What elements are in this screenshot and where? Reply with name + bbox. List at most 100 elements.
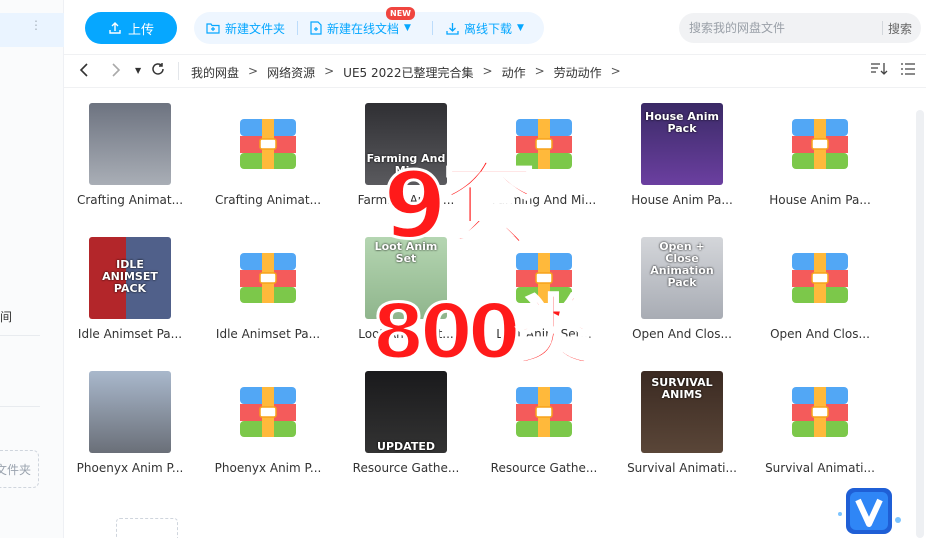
file-name-label: House Anim Pa... (769, 193, 871, 207)
file-name-label: Idle Animset Pa... (215, 327, 321, 341)
breadcrumb-separator: > (534, 64, 545, 78)
archive-file-icon (779, 103, 861, 185)
image-thumbnail: UPDATED (365, 371, 447, 453)
image-file-item[interactable]: Phoenyx Anim P... (64, 356, 200, 486)
sidebar-new-folder[interactable]: 文件夹 (0, 450, 39, 488)
sidebar: ⋮ 间 文件夹 (0, 0, 64, 538)
image-file-item[interactable]: Open + Close Animation Pack Open And Clos… (616, 222, 752, 352)
new-folder-label: 新建文件夹 (225, 21, 286, 36)
file-name-label: House Anim Pa... (631, 193, 733, 207)
file-name-label: Resource Gathe... (352, 461, 460, 475)
archive-file-icon (503, 371, 585, 453)
download-icon (446, 22, 459, 35)
sidebar-divider (0, 406, 40, 407)
upload-button[interactable]: 上传 (85, 12, 177, 44)
search-box: 搜索 (679, 13, 921, 43)
archive-file-item[interactable]: Open And Clos... (754, 222, 890, 352)
new-folder-button[interactable]: 新建文件夹 (206, 12, 285, 44)
offline-download-button[interactable]: 离线下载 ▼ (446, 12, 524, 44)
sidebar-folder-label: 文件夹 (0, 463, 32, 477)
search-divider (882, 21, 883, 35)
thumbnail-caption: Open + Close Animation Pack (650, 240, 714, 289)
new-badge: NEW (386, 7, 415, 20)
new-online-doc-label: 新建在线文档 (327, 21, 400, 36)
breadcrumb-separator: > (610, 64, 621, 78)
nav-divider (178, 62, 179, 80)
toolbar: 上传 新建文件夹 新建在线文档 ▼ 离线下载 ▼ NEW 搜索我的网盘文件 搜索 (64, 0, 926, 54)
breadcrumb-separator: > (248, 64, 259, 78)
overlay-subtitle: 800类 (371, 287, 594, 376)
thumbnail-caption: UPDATED (377, 440, 435, 453)
search-input[interactable] (689, 19, 869, 37)
upload-label: 上传 (127, 22, 154, 38)
folder-plus-icon (206, 23, 220, 34)
list-view-icon[interactable] (900, 62, 916, 80)
chevron-down-icon: ▼ (404, 23, 411, 33)
upload-icon (109, 22, 121, 34)
archive-file-item[interactable]: Survival Animati... (754, 356, 890, 486)
file-name-label: Survival Animati... (765, 461, 875, 475)
archive-file-icon (227, 237, 309, 319)
v-logo (836, 484, 908, 538)
image-thumbnail: Open + Close Animation Pack (641, 237, 723, 319)
file-name-label: Resource Gathe... (490, 461, 598, 475)
file-name-label: Idle Animset Pa... (77, 327, 183, 341)
image-file-item[interactable]: Crafting Animat... (64, 88, 200, 218)
thumbnail-image (89, 103, 171, 185)
pill-divider (297, 21, 298, 35)
archive-file-icon (227, 371, 309, 453)
breadcrumb-item[interactable]: 网络资源 (267, 64, 315, 81)
file-name-label: Crafting Animat... (76, 193, 184, 207)
document-plus-icon (310, 21, 322, 35)
image-file-item[interactable]: SURVIVAL ANIMS Survival Animati... (616, 356, 752, 486)
sidebar-divider (0, 335, 40, 336)
breadcrumb-separator: > (324, 64, 335, 78)
chevron-left-icon[interactable] (79, 63, 89, 81)
image-file-item[interactable]: IDLE ANIMSET PACK Idle Animset Pa... (64, 222, 200, 352)
archive-file-item[interactable]: House Anim Pa... (754, 88, 890, 218)
archive-file-icon (779, 237, 861, 319)
file-name-label: Crafting Animat... (214, 193, 322, 207)
offline-download-label: 离线下载 (464, 21, 513, 36)
pill-divider (432, 21, 433, 35)
archive-file-icon (227, 103, 309, 185)
image-thumbnail: SURVIVAL ANIMS (641, 371, 723, 453)
more-dots-icon[interactable]: ⋮ (30, 18, 42, 32)
file-name-label: Survival Animati... (627, 461, 737, 475)
refresh-icon[interactable] (151, 62, 165, 80)
navigation-bar: ▼ 我的网盘 > 网络资源 > UE5 2022已整理完合集 > 动作 > 劳动动作 > (64, 54, 926, 88)
caret-down-icon[interactable]: ▼ (135, 66, 141, 75)
archive-file-item[interactable]: Idle Animset Pa... (202, 222, 338, 352)
breadcrumb: 我的网盘 > 网络资源 > UE5 2022已整理完合集 > 动作 > 劳动动作 > (191, 64, 630, 81)
breadcrumb-item[interactable]: 我的网盘 (191, 64, 239, 81)
sidebar-item-label[interactable]: 间 (0, 308, 12, 325)
image-file-item[interactable]: House Anim Pack House Anim Pa... (616, 88, 752, 218)
archive-file-icon (779, 371, 861, 453)
archive-file-item[interactable]: Crafting Animat... (202, 88, 338, 218)
search-button[interactable]: 搜索 (888, 20, 912, 37)
breadcrumb-separator: > (482, 64, 493, 78)
breadcrumb-item[interactable]: UE5 2022已整理完合集 (343, 64, 473, 81)
thumbnail-caption: House Anim Pack (644, 110, 719, 135)
chevron-right-icon[interactable] (111, 63, 121, 81)
breadcrumb-item[interactable]: 动作 (502, 64, 526, 81)
scrollbar[interactable] (916, 110, 924, 538)
overlay-title: 9套 (381, 152, 536, 259)
file-name-label: Phoenyx Anim P... (76, 461, 184, 475)
sort-icon[interactable] (870, 62, 888, 80)
file-name-label: Phoenyx Anim P... (214, 461, 322, 475)
archive-file-item[interactable]: Phoenyx Anim P... (202, 356, 338, 486)
image-thumbnail: IDLE ANIMSET PACK (89, 237, 171, 319)
thumbnail-caption: IDLE ANIMSET PACK (102, 258, 158, 295)
file-name-label: Open And Clos... (770, 327, 870, 341)
thumbnail-image (89, 371, 171, 453)
breadcrumb-item-current[interactable]: 劳动动作 (554, 64, 602, 81)
file-name-label: Open And Clos... (632, 327, 732, 341)
image-thumbnail (89, 371, 171, 453)
upload-placeholder-tile[interactable] (116, 518, 178, 538)
action-pill-group: 新建文件夹 新建在线文档 ▼ 离线下载 ▼ (194, 12, 544, 44)
image-thumbnail (89, 103, 171, 185)
image-thumbnail: House Anim Pack (641, 103, 723, 185)
netdisk-window: ⋮ 间 文件夹 上传 新建文件夹 新建在线文档 ▼ 离线下载 (0, 0, 926, 538)
thumbnail-caption: SURVIVAL ANIMS (651, 376, 713, 401)
